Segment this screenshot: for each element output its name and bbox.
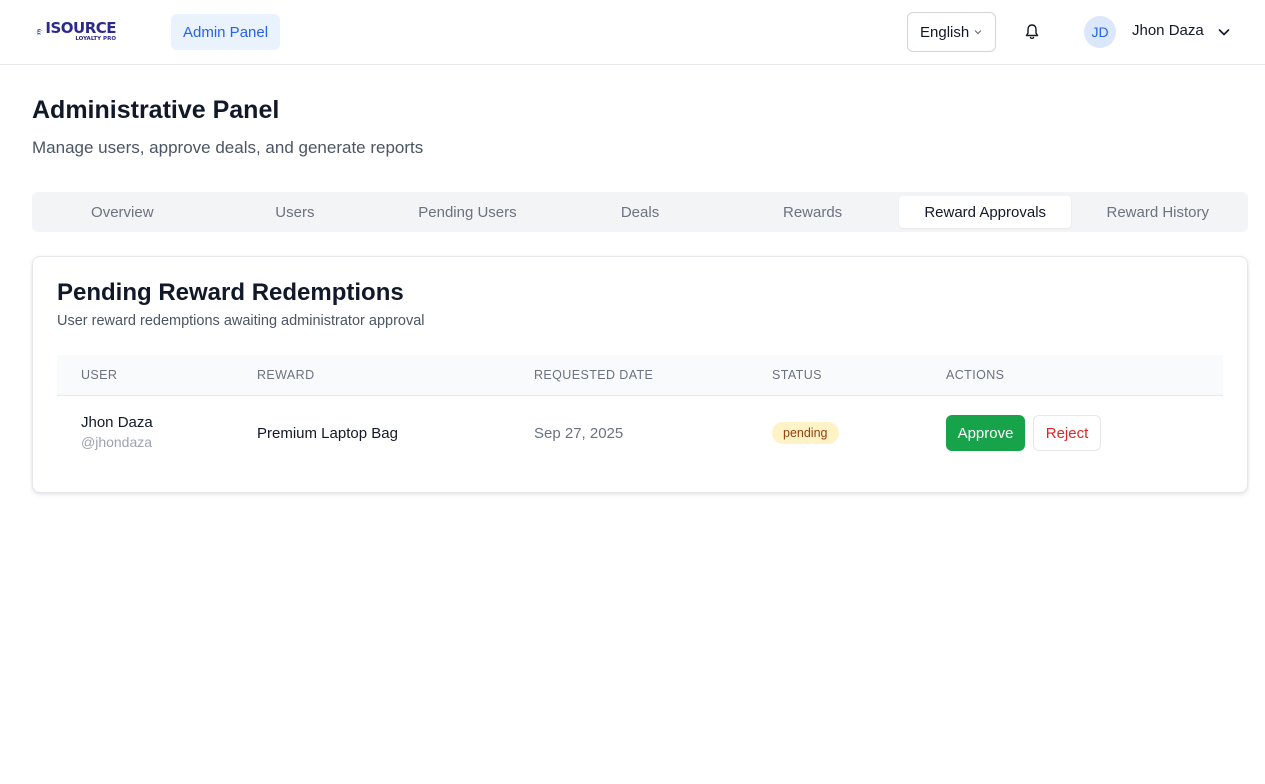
column-header-reward: REWARD (257, 368, 315, 382)
top-navigation-bar: ISOURCE LOYALTY PRO Admin Panel English … (0, 0, 1265, 65)
table-header: USER REWARD REQUESTED DATE STATUS ACTION… (57, 355, 1223, 396)
logo-tagline: LOYALTY PRO (75, 36, 116, 43)
column-header-user: USER (81, 368, 118, 382)
logo-swoosh-icon (36, 29, 43, 35)
logo-brand: ISOURCE (45, 19, 116, 38)
admin-panel-link[interactable]: Admin Panel (171, 14, 281, 50)
tab-deals[interactable]: Deals (554, 196, 727, 228)
column-header-actions: ACTIONS (946, 368, 1005, 382)
requested-date-cell: Sep 27, 2025 (534, 425, 624, 442)
pending-redemptions-card: Pending Reward Redemptions User reward r… (32, 256, 1248, 493)
logo[interactable]: ISOURCE LOYALTY PRO (36, 16, 116, 48)
user-name[interactable]: Jhon Daza (1132, 22, 1204, 39)
language-value: English (920, 23, 970, 41)
notification-bell-icon[interactable] (1022, 22, 1042, 42)
page-subtitle: Manage users, approve deals, and generat… (32, 138, 424, 157)
approve-button[interactable]: Approve (946, 415, 1025, 451)
reward-cell: Premium Laptop Bag (257, 425, 398, 442)
tab-reward-history[interactable]: Reward History (1071, 196, 1244, 228)
tab-rewards[interactable]: Rewards (726, 196, 899, 228)
table-row: Jhon Daza @jhondaza Premium Laptop Bag S… (57, 396, 1223, 470)
card-subtitle: User reward redemptions awaiting adminis… (57, 313, 425, 329)
tab-reward-approvals[interactable]: Reward Approvals (898, 196, 1072, 228)
user-menu-chevron-down-icon[interactable] (1217, 26, 1231, 38)
user-handle-cell: @jhondaza (81, 434, 153, 450)
language-select[interactable]: English (907, 12, 996, 52)
admin-tabs: Overview Users Pending Users Deals Rewar… (32, 192, 1248, 232)
card-title: Pending Reward Redemptions (57, 279, 404, 306)
column-header-status: STATUS (772, 368, 822, 382)
column-header-requested-date: REQUESTED DATE (534, 368, 654, 382)
tab-overview[interactable]: Overview (36, 196, 209, 228)
user-name-cell: Jhon Daza (81, 414, 153, 431)
avatar[interactable]: JD (1084, 16, 1116, 48)
tab-pending-users[interactable]: Pending Users (381, 196, 554, 228)
reject-button[interactable]: Reject (1033, 415, 1101, 451)
page-title: Administrative Panel (32, 96, 280, 124)
tab-users[interactable]: Users (209, 196, 382, 228)
chevron-down-icon (974, 30, 982, 35)
status-badge: pending (772, 422, 839, 444)
